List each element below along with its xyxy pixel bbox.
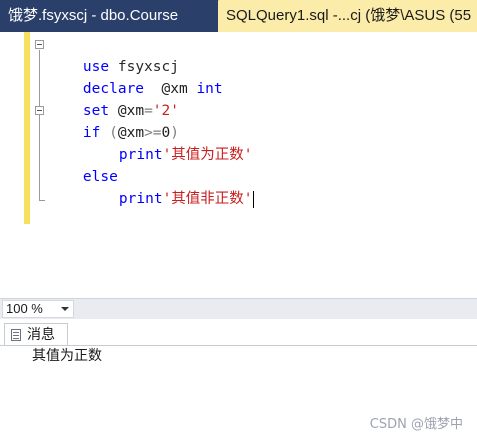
outline-guide [39, 116, 40, 200]
code-line-4[interactable]: if (@xm>=0) [48, 100, 179, 141]
string-literal: '其值非正数' [162, 191, 253, 207]
selection-margin[interactable] [0, 32, 24, 298]
tab-table-design-label: 饿梦.fsyxscj - dbo.Course [8, 7, 179, 24]
change-tracking-bar [24, 32, 30, 224]
code-line-2[interactable]: declare @xm int [48, 56, 223, 97]
code-line-7[interactable]: print'其值非正数' [84, 166, 254, 208]
chevron-down-icon[interactable] [61, 307, 69, 311]
zoom-bar: 100 % [0, 298, 477, 319]
document-tab-strip: 饿梦.fsyxscj - dbo.Course SQLQuery1.sql -.… [0, 0, 477, 32]
code-line-3[interactable]: set @xm='2' [48, 78, 179, 119]
tab-messages[interactable]: 消息 [4, 323, 68, 345]
results-pane: 消息 其值为正数 CSDN @饿梦中 [0, 319, 477, 442]
keyword: int [196, 81, 223, 97]
watermark: CSDN @饿梦中 [369, 417, 463, 432]
tab-table-design[interactable]: 饿梦.fsyxscj - dbo.Course [0, 0, 215, 32]
code-line-6[interactable]: else [48, 144, 118, 185]
messages-icon [11, 329, 21, 341]
text-caret [252, 190, 254, 208]
output-message: 其值为正数 [32, 348, 102, 364]
query-editor[interactable]: use fsyxscj declare @xm int set @xm='2' … [0, 32, 477, 298]
code-line-5[interactable]: print'其值为正数' [84, 122, 253, 163]
zoom-value: 100 % [6, 301, 43, 316]
collapse-toggle-icon[interactable] [35, 40, 44, 49]
tab-sql-query[interactable]: SQLQuery1.sql -...cj (饿梦\ASUS (55 [218, 0, 477, 32]
collapse-toggle-icon[interactable] [35, 106, 44, 115]
horizontal-scrollbar[interactable] [78, 301, 477, 317]
zoom-select[interactable]: 100 % [2, 300, 74, 318]
outline-end-tick [39, 200, 45, 201]
tab-sql-query-label: SQLQuery1.sql -...cj (饿梦\ASUS (55 [226, 7, 472, 24]
keyword: print [118, 191, 163, 207]
string-literal: '其值为正数' [162, 147, 253, 163]
code-line-1[interactable]: use fsyxscj [48, 34, 179, 75]
tab-messages-label: 消息 [27, 327, 55, 343]
keyword: print [118, 147, 163, 163]
